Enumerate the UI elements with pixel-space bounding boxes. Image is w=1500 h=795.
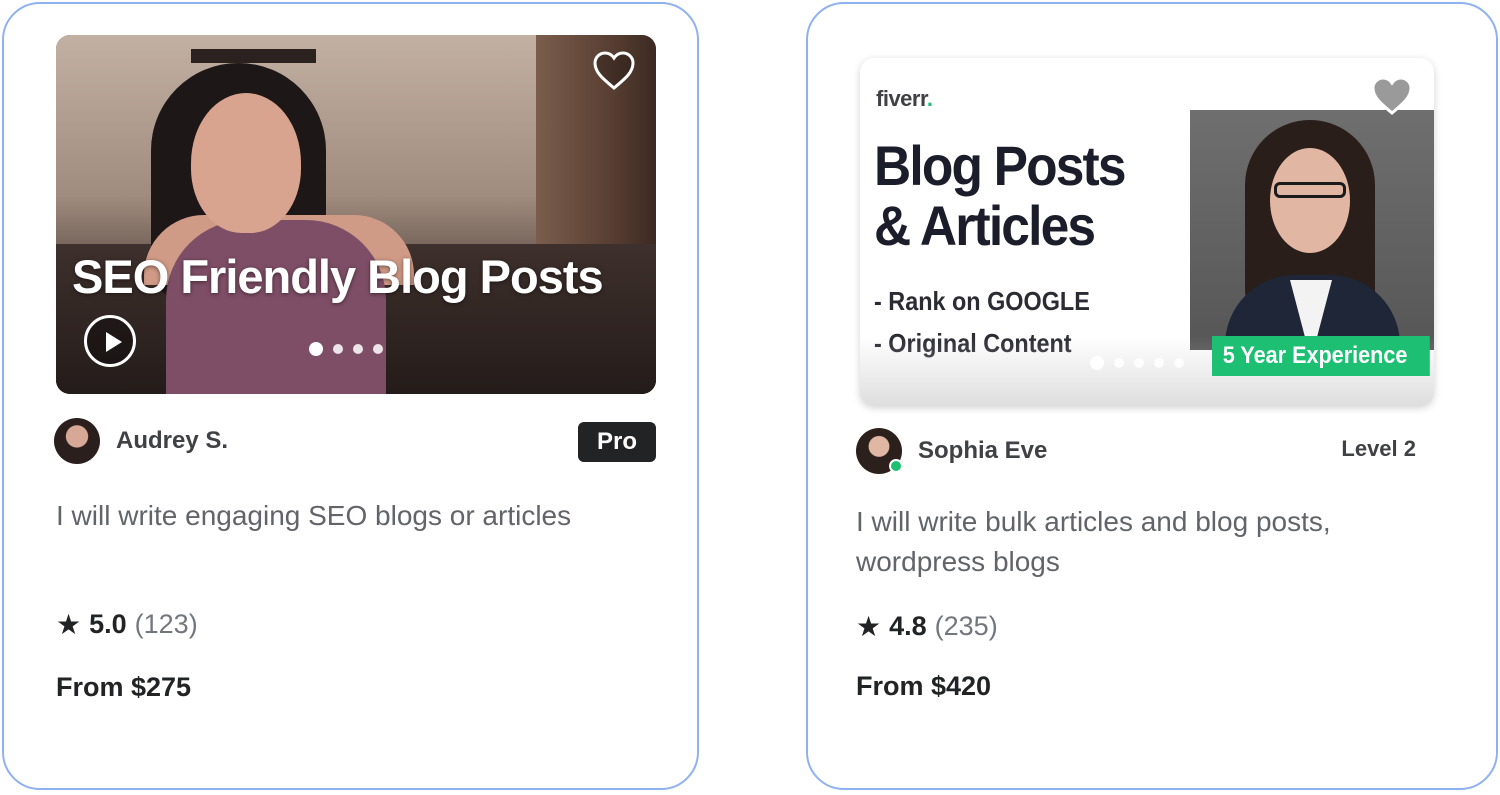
thumbnail-portrait [1190, 110, 1434, 350]
seller-name[interactable]: Audrey S. [116, 427, 228, 455]
carousel-dot[interactable] [1090, 356, 1104, 370]
carousel-dots[interactable] [309, 342, 383, 356]
carousel-dot[interactable] [1154, 358, 1164, 368]
seller-info[interactable]: Sophia Eve [856, 428, 1047, 474]
carousel-dots[interactable] [1090, 356, 1184, 370]
fiverr-logo-text: fiverr [876, 86, 927, 111]
gig-thumbnail[interactable]: SEO Friendly Blog Posts [56, 35, 656, 394]
heart-icon[interactable] [592, 51, 636, 91]
rating-score: 4.8 [889, 611, 927, 641]
avatar[interactable] [54, 418, 100, 464]
carousel-dot[interactable] [353, 344, 363, 354]
rating-score: 5.0 [89, 609, 127, 639]
experience-badge: 5 Year Experience [1212, 336, 1430, 376]
star-icon: ★ [856, 611, 882, 642]
seller-info[interactable]: Audrey S. [54, 418, 228, 464]
carousel-dot[interactable] [1174, 358, 1184, 368]
seller-name[interactable]: Sophia Eve [918, 437, 1047, 465]
online-status-icon [889, 459, 903, 473]
gig-title[interactable]: I will write engaging SEO blogs or artic… [56, 496, 596, 536]
thumbnail-bullet: - Rank on GOOGLE [874, 286, 1090, 316]
thumbnail-headline: SEO Friendly Blog Posts [72, 250, 604, 303]
gig-title[interactable]: I will write bulk articles and blog post… [856, 502, 1416, 582]
portrait-glasses [1274, 182, 1346, 198]
thumbnail-headline: Blog Posts & Articles [874, 134, 1127, 257]
gig-price[interactable]: From $275 [56, 672, 191, 703]
thumbnail-photo-shelf [191, 49, 316, 63]
gig-price[interactable]: From $420 [856, 671, 991, 702]
carousel-dot[interactable] [333, 344, 343, 354]
fiverr-logo-dot: . [926, 86, 933, 111]
avatar[interactable] [856, 428, 903, 474]
star-icon: ★ [56, 609, 82, 640]
gig-rating: ★ 4.8 (235) [856, 610, 998, 643]
rating-count: (235) [934, 611, 998, 641]
carousel-dot[interactable] [309, 342, 323, 356]
play-icon[interactable] [84, 315, 136, 367]
thumbnail-photo-person-face [191, 93, 301, 233]
gig-card[interactable]: SEO Friendly Blog Posts Audrey S. Pro I … [2, 2, 699, 790]
carousel-dot[interactable] [1114, 358, 1124, 368]
fiverr-logo: fiverr. [876, 86, 933, 112]
seller-level: Level 2 [1341, 436, 1416, 461]
gig-rating: ★ 5.0 (123) [56, 608, 198, 641]
rating-count: (123) [134, 609, 198, 639]
gig-card[interactable]: fiverr. Blog Posts & Articles - Rank on … [806, 2, 1498, 790]
pro-badge: Pro [578, 422, 656, 462]
thumbnail-photo-person-top [166, 220, 386, 394]
carousel-dot[interactable] [1134, 358, 1144, 368]
gig-thumbnail[interactable]: fiverr. Blog Posts & Articles - Rank on … [860, 58, 1434, 406]
heart-icon[interactable] [1370, 76, 1414, 116]
portrait-face [1270, 148, 1350, 253]
carousel-dot[interactable] [373, 344, 383, 354]
